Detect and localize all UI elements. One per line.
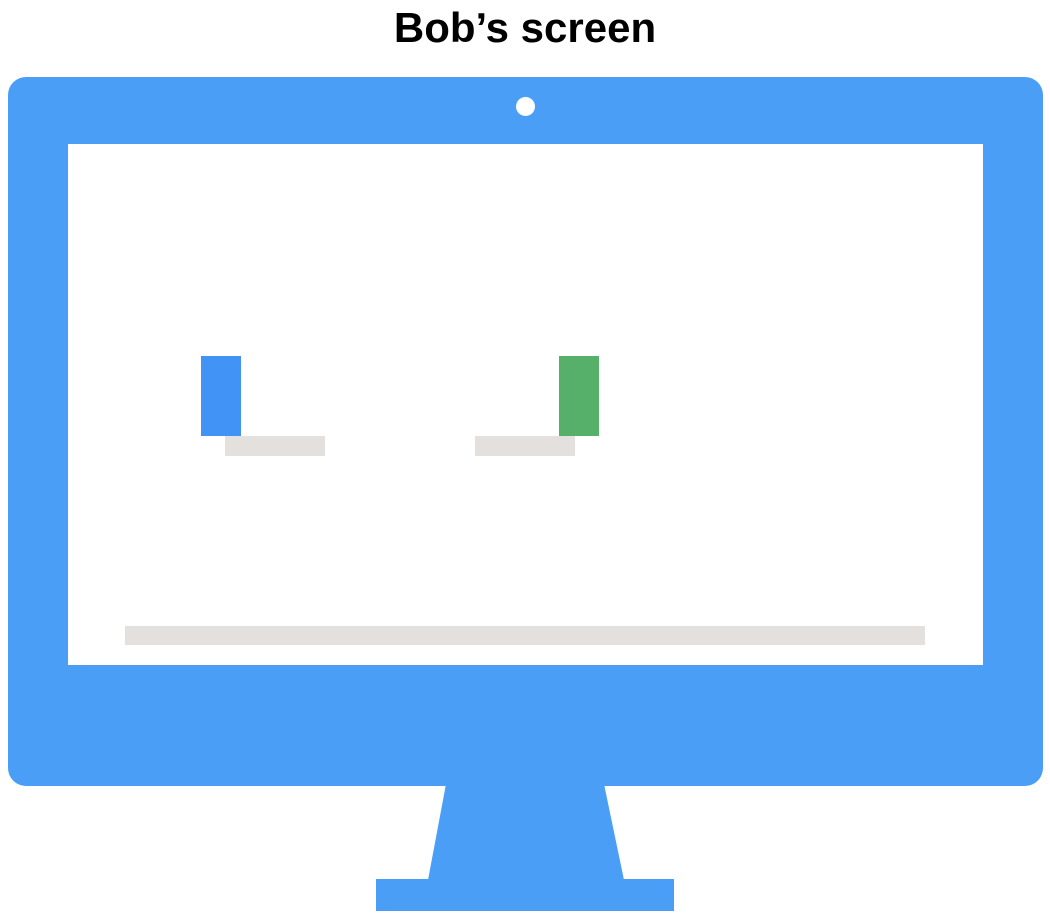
webcam-icon [516, 97, 535, 116]
bottom-bar [125, 626, 925, 645]
stand-base [376, 879, 674, 911]
left-shelf [225, 436, 325, 456]
stand-neck [428, 784, 624, 880]
blue-block [201, 356, 241, 436]
green-block [559, 356, 599, 436]
right-shelf [475, 436, 575, 456]
